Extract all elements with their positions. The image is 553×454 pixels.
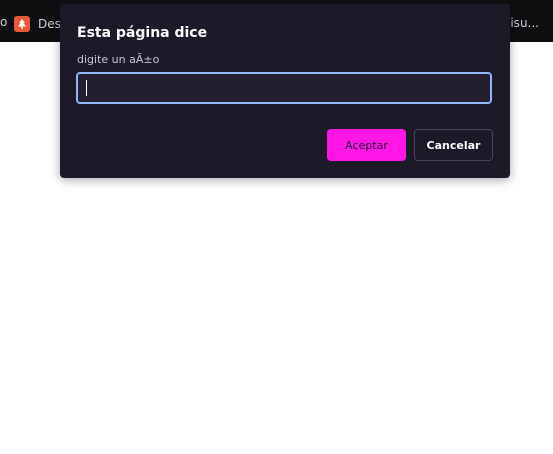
dialog-message: digite un aÃ±o: [77, 53, 160, 66]
tree-icon: [14, 16, 30, 32]
cancel-button[interactable]: Cancelar: [414, 129, 493, 161]
bookmark-label: Des: [38, 17, 61, 31]
text-caret: [86, 80, 87, 96]
prompt-input[interactable]: [76, 72, 492, 104]
bookmark-cutoff-text[interactable]: o: [0, 15, 7, 29]
bookmark-item[interactable]: Des: [14, 16, 61, 32]
prompt-dialog: Esta página dice digite un aÃ±o Aceptar …: [60, 4, 510, 178]
ok-button[interactable]: Aceptar: [327, 129, 406, 161]
dialog-title: Esta página dice: [77, 25, 208, 41]
